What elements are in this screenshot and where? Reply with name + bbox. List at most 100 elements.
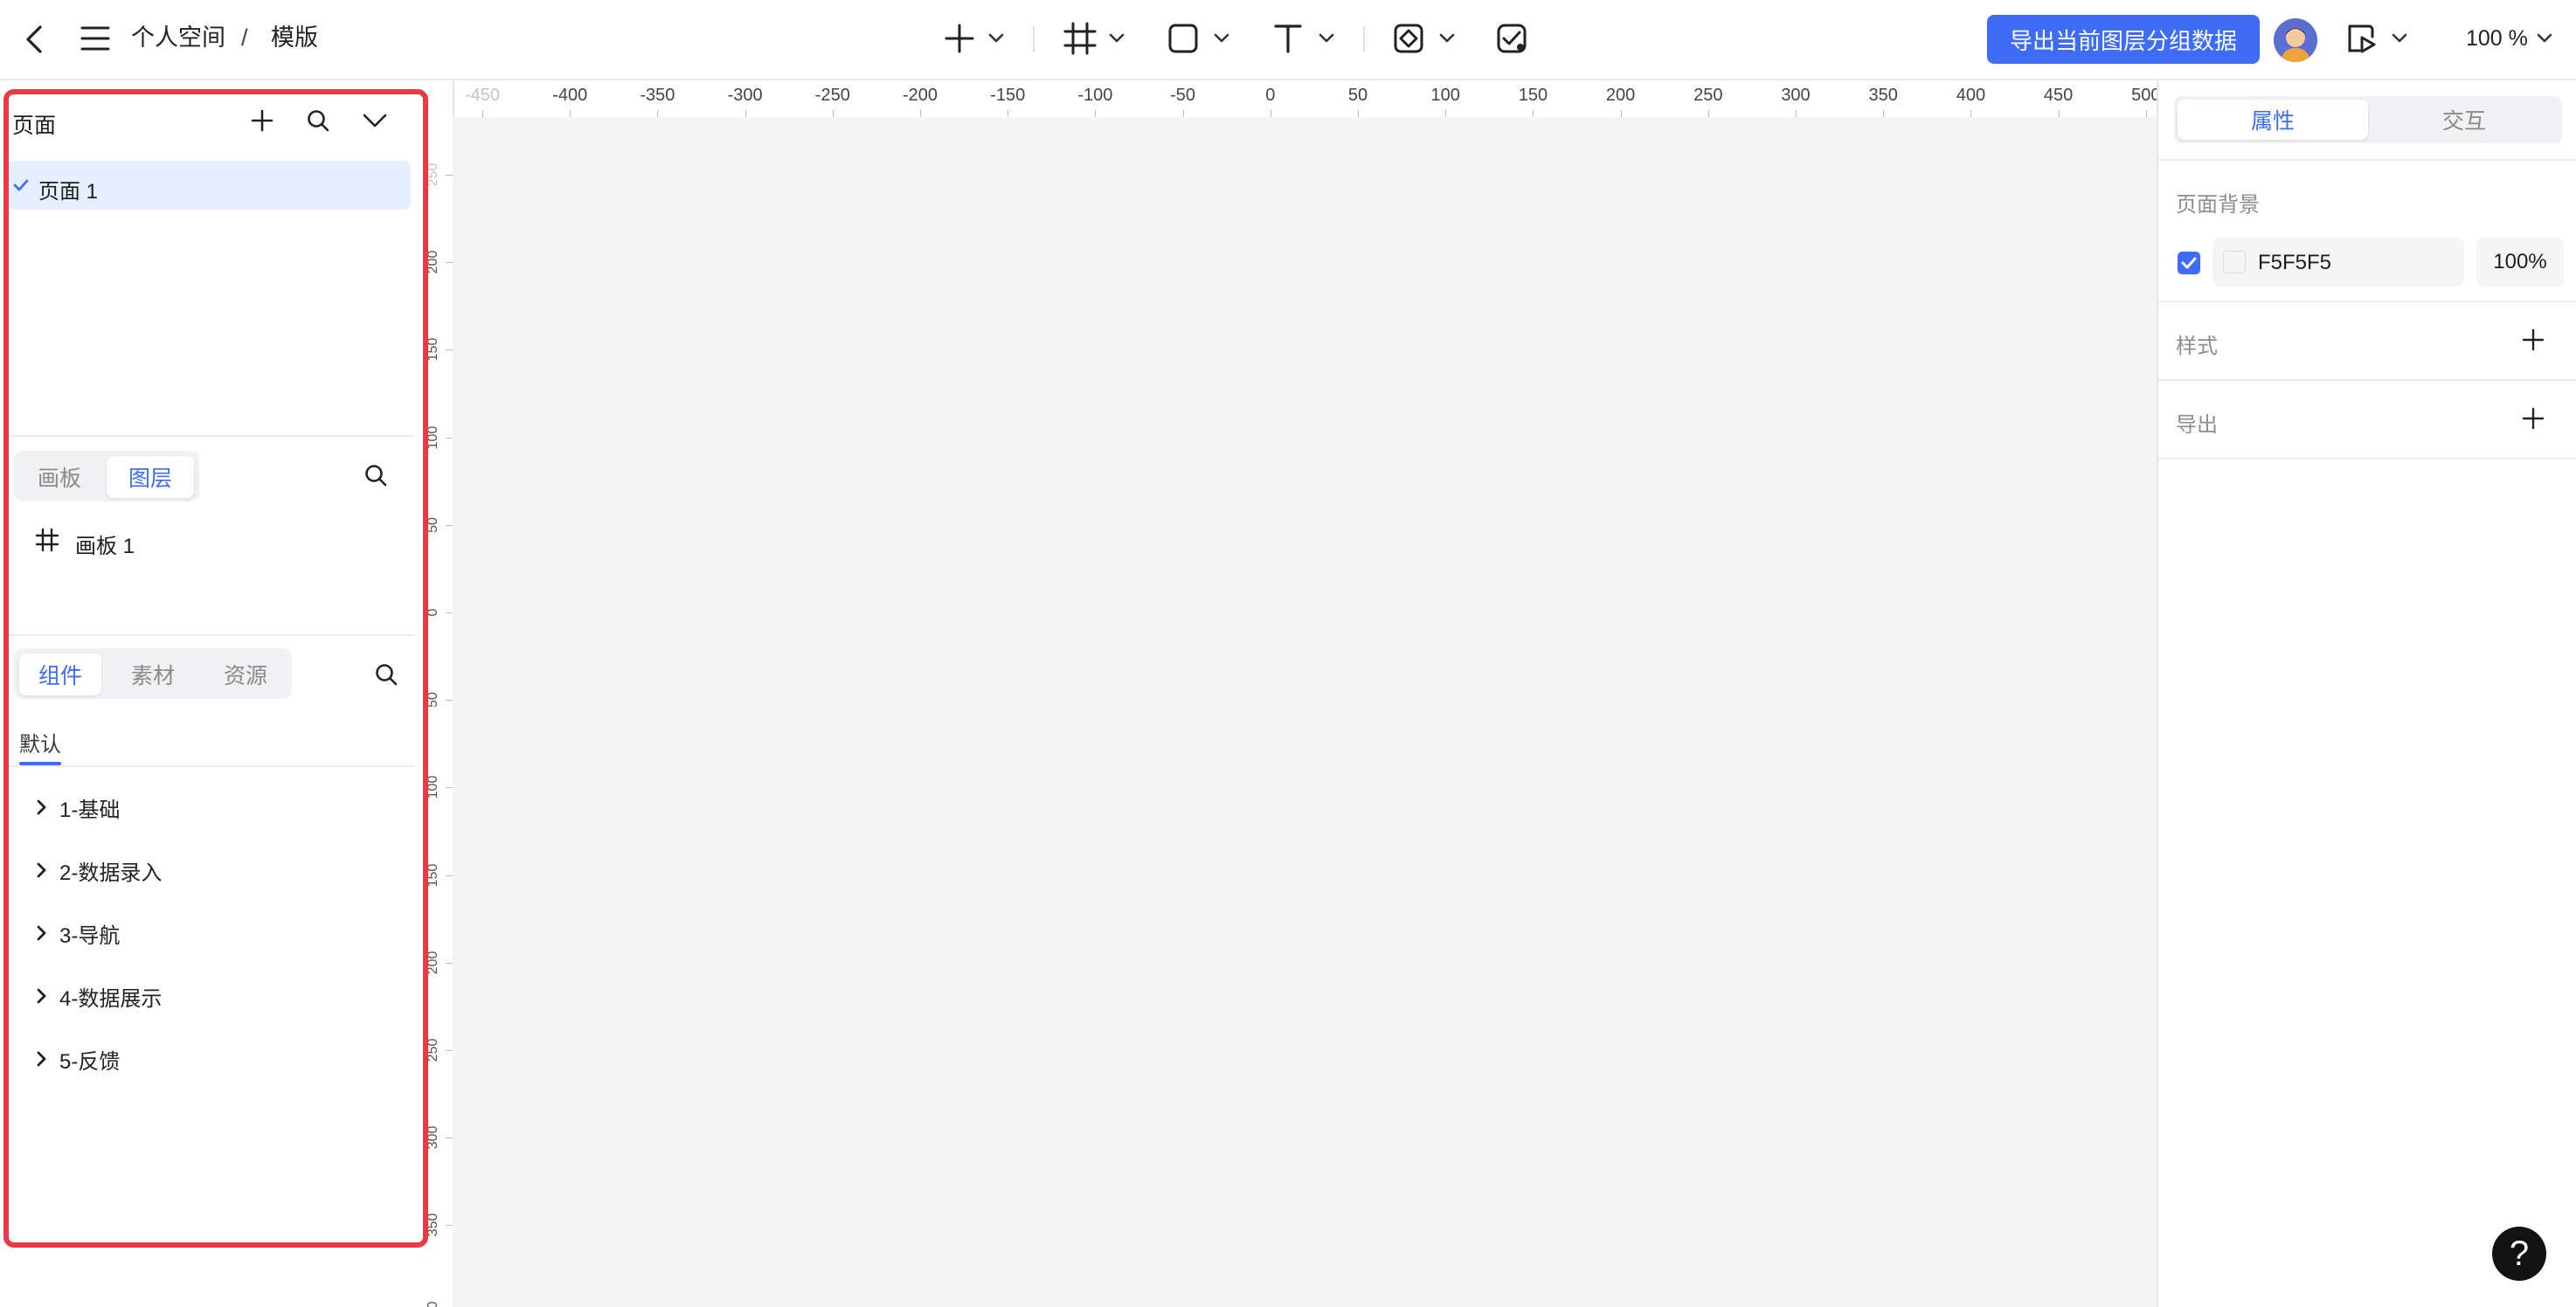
collapse-chevron-icon[interactable]	[362, 112, 388, 129]
ruler-tick	[1970, 110, 1972, 117]
section-divider	[9, 435, 414, 437]
export-layer-data-button[interactable]: 导出当前图层分组数据	[1987, 15, 2260, 64]
preview-play-icon[interactable]	[2345, 23, 2377, 54]
ruler-tick-label: 300	[426, 1125, 440, 1150]
canvas[interactable]	[453, 117, 2157, 1307]
page-item-1[interactable]: 页面 1	[7, 161, 411, 210]
chevron-right-icon	[37, 988, 46, 1004]
component-group-navigation[interactable]: 3-导航	[31, 916, 120, 951]
component-group-data-entry[interactable]: 2-数据录入	[31, 853, 162, 888]
ruler-tick-label: 150	[426, 863, 440, 887]
breadcrumb-space[interactable]: 个人空间	[131, 26, 225, 50]
page-background-label: 页面背景	[2176, 193, 2260, 217]
ruler-tick-label: 0	[426, 608, 440, 617]
chevron-down-icon[interactable]	[2391, 31, 2408, 45]
panel-divider	[2158, 301, 2576, 302]
frame-tool-icon[interactable]	[1063, 21, 1098, 56]
ruler-tick	[446, 175, 453, 176]
toolbar-divider	[1363, 26, 1365, 52]
avatar[interactable]	[2274, 18, 2317, 62]
ruler-tick-label: 100	[426, 425, 440, 449]
ruler-tick-label: 200	[426, 250, 440, 274]
color-swatch[interactable]	[2223, 251, 2246, 273]
add-export-icon[interactable]	[2522, 407, 2545, 430]
chevron-down-icon[interactable]	[2536, 31, 2553, 45]
ruler-tick-label: -350	[640, 86, 675, 105]
add-page-icon[interactable]	[250, 108, 274, 133]
chevron-right-icon	[37, 1051, 46, 1067]
add-tool-icon[interactable]	[942, 21, 977, 56]
toolbar-divider	[1033, 26, 1035, 52]
chevron-down-icon[interactable]	[987, 31, 1005, 45]
ruler-tick-label: 50	[426, 692, 440, 709]
zoom-level[interactable]: 100 %	[2466, 28, 2528, 50]
pages-title: 页面	[12, 114, 57, 138]
rectangle-tool-icon[interactable]	[1167, 23, 1199, 54]
background-enabled-checkbox[interactable]	[2178, 252, 2200, 274]
chevron-down-icon[interactable]	[1318, 31, 1335, 45]
background-color-field[interactable]: F5F5F5	[2212, 238, 2464, 287]
tab-components[interactable]: 组件	[19, 654, 101, 695]
chevron-down-icon[interactable]	[1108, 31, 1125, 45]
properties-tabs: 属性 交互	[2174, 96, 2562, 143]
chevron-down-icon[interactable]	[1438, 31, 1456, 45]
ruler-tick	[657, 110, 659, 117]
component-group-feedback[interactable]: 5-反馈	[31, 1041, 120, 1076]
tab-materials[interactable]: 素材	[112, 654, 194, 695]
ruler-tick	[744, 110, 746, 117]
ruler-tick	[1445, 110, 1447, 117]
chevron-right-icon	[37, 799, 46, 815]
tab-artboards[interactable]: 画板	[19, 456, 100, 498]
text-tool-icon[interactable]	[1272, 23, 1304, 54]
ruler-tick	[1620, 110, 1622, 117]
page-item-label: 页面 1	[38, 180, 99, 204]
top-toolbar: 个人空间 / 模版 导出当前图层分组数据 100 %	[0, 0, 2576, 80]
horizontal-ruler[interactable]: -450 -400 -350 -300 -250 -200 -150 -100 -50 0 50 10…	[453, 80, 2157, 119]
ruler-tick	[446, 1225, 453, 1227]
component-group-basic[interactable]: 1-基础	[31, 790, 120, 825]
ruler-tick-label: 150	[1518, 86, 1548, 105]
ruler-tick	[570, 110, 571, 117]
component-tool-icon[interactable]	[1393, 23, 1424, 54]
ruler-tick-label: 250	[426, 1038, 440, 1062]
ruler-tick	[832, 110, 834, 117]
ruler-tick-label: 250	[426, 163, 440, 187]
ruler-tick	[920, 110, 921, 117]
ruler-tick-label: 50	[1347, 86, 1368, 105]
search-icon[interactable]	[306, 108, 330, 133]
ruler-tick-label: 250	[1693, 86, 1723, 105]
panel-divider	[2158, 458, 2576, 460]
ruler-tick	[446, 787, 453, 789]
layer-item-label: 画板 1	[75, 535, 135, 558]
tab-properties[interactable]: 属性	[2178, 100, 2368, 140]
chevron-down-icon[interactable]	[1213, 31, 1230, 45]
ruler-tick-label: 100	[426, 776, 440, 799]
vertical-ruler[interactable]: 250 200 150 100 50 0 50 100 150 200 250 300 350 400	[416, 80, 454, 1307]
background-opacity-field[interactable]: 100%	[2476, 238, 2564, 287]
library-tab-default[interactable]: 默认	[19, 727, 61, 757]
check-icon	[2181, 257, 2197, 269]
menu-icon[interactable]	[80, 24, 110, 52]
component-group-data-display[interactable]: 4-数据展示	[31, 979, 162, 1013]
help-button[interactable]: ?	[2492, 1227, 2546, 1281]
component-group-label: 5-反馈	[59, 1049, 121, 1074]
ruler-tick-label: 500	[2131, 86, 2157, 105]
ruler-tick-label: -250	[814, 86, 850, 105]
components-tabs: 组件 素材 资源	[14, 648, 292, 699]
add-style-icon[interactable]	[2522, 328, 2545, 351]
tab-resources[interactable]: 资源	[204, 654, 287, 695]
check-plugin-icon[interactable]	[1496, 23, 1527, 54]
search-icon[interactable]	[374, 662, 398, 687]
tab-interactions[interactable]: 交互	[2370, 100, 2559, 140]
breadcrumb-file[interactable]: 模版	[271, 26, 318, 50]
ruler-tick-label: -200	[902, 86, 938, 105]
tab-layers[interactable]: 图层	[107, 456, 194, 498]
search-icon[interactable]	[364, 463, 388, 488]
ruler-tick-label: 400	[1956, 86, 1986, 105]
ruler-tick-label: 150	[426, 338, 440, 362]
ruler-tick-label: -150	[990, 86, 1026, 105]
back-icon[interactable]	[19, 22, 51, 57]
layer-item[interactable]: 画板 1	[35, 528, 402, 558]
ruler-tick-label: 400	[426, 1301, 441, 1307]
ruler-tick-label: -450	[464, 86, 501, 105]
